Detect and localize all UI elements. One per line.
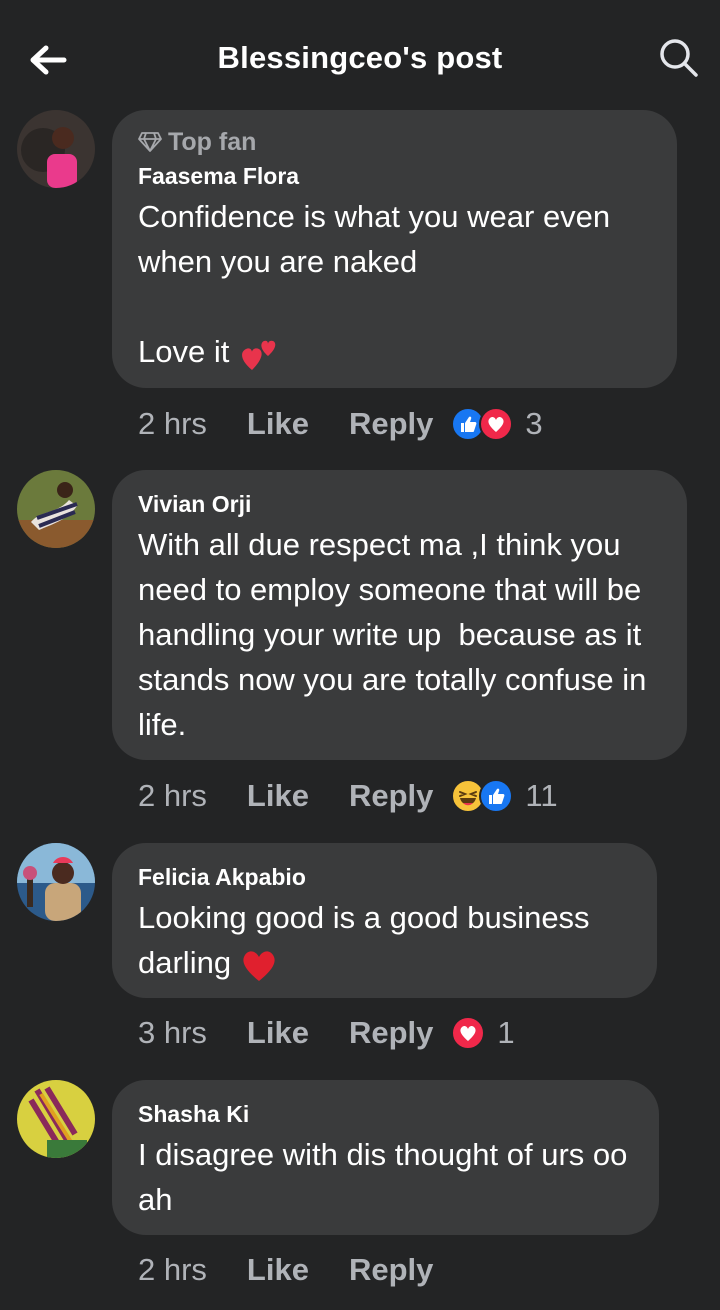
avatar[interactable] xyxy=(17,843,95,921)
like-reaction-icon xyxy=(479,779,514,813)
avatar[interactable] xyxy=(17,470,95,548)
reply-button[interactable]: Reply xyxy=(349,778,433,814)
reactions-summary[interactable] xyxy=(451,407,514,441)
diamond-icon xyxy=(138,132,162,152)
comment-time[interactable]: 3 hrs xyxy=(138,1015,207,1051)
comment-text: With all due respect ma ,I think you nee… xyxy=(138,527,655,742)
like-button[interactable]: Like xyxy=(247,406,309,442)
avatar[interactable] xyxy=(17,1080,95,1158)
comment-actions: 2 hrs Like Reply 3 xyxy=(138,402,543,446)
love-reaction-icon xyxy=(451,1016,486,1050)
reactions-summary[interactable] xyxy=(451,1016,486,1050)
red-heart-icon xyxy=(243,951,275,981)
avatar[interactable] xyxy=(17,110,95,188)
reaction-count[interactable]: 3 xyxy=(525,406,542,442)
comment-author[interactable]: Vivian Orji xyxy=(138,488,661,520)
comment-bubble: Vivian Orji With all due respect ma ,I t… xyxy=(112,470,687,760)
like-button[interactable]: Like xyxy=(247,778,309,814)
reactions-summary[interactable] xyxy=(451,779,514,813)
badge-label: Top fan xyxy=(168,127,257,156)
like-button[interactable]: Like xyxy=(247,1015,309,1051)
comment-author[interactable]: Felicia Akpabio xyxy=(138,861,631,893)
comment-time[interactable]: 2 hrs xyxy=(138,406,207,442)
love-reaction-icon xyxy=(479,407,514,441)
two-hearts-icon xyxy=(242,340,276,370)
search-button[interactable] xyxy=(658,37,700,79)
comment-author[interactable]: Faasema Flora xyxy=(138,160,651,192)
comment-text: Looking good is a good business darling xyxy=(138,895,631,985)
search-icon xyxy=(660,39,698,77)
comment-text: Confidence is what you wear even when yo… xyxy=(138,194,651,374)
comment-author[interactable]: Shasha Ki xyxy=(138,1098,633,1130)
comment-bubble: Felicia Akpabio Looking good is a good b… xyxy=(112,843,657,998)
comment-time[interactable]: 2 hrs xyxy=(138,778,207,814)
comment-actions: 3 hrs Like Reply 1 xyxy=(138,1011,515,1055)
comment-time[interactable]: 2 hrs xyxy=(138,1252,207,1288)
like-button[interactable]: Like xyxy=(247,1252,309,1288)
comment-text: I disagree with dis thought of urs oo ah xyxy=(138,1137,637,1217)
reaction-count[interactable]: 1 xyxy=(497,1015,514,1051)
page-title: Blessingceo's post xyxy=(217,40,503,75)
comment-actions: 2 hrs Like Reply xyxy=(138,1248,473,1292)
reply-button[interactable]: Reply xyxy=(349,1015,433,1051)
top-fan-badge: Top fan xyxy=(138,126,651,158)
comment-bubble: Top fan Faasema Flora Confidence is what… xyxy=(112,110,677,388)
reply-button[interactable]: Reply xyxy=(349,406,433,442)
comment-actions: 2 hrs Like Reply 11 xyxy=(138,774,558,818)
app-header: Blessingceo's post xyxy=(0,0,720,120)
comment-bubble: Shasha Ki I disagree with dis thought of… xyxy=(112,1080,659,1235)
reply-button[interactable]: Reply xyxy=(349,1252,433,1288)
reaction-count[interactable]: 11 xyxy=(525,778,557,814)
